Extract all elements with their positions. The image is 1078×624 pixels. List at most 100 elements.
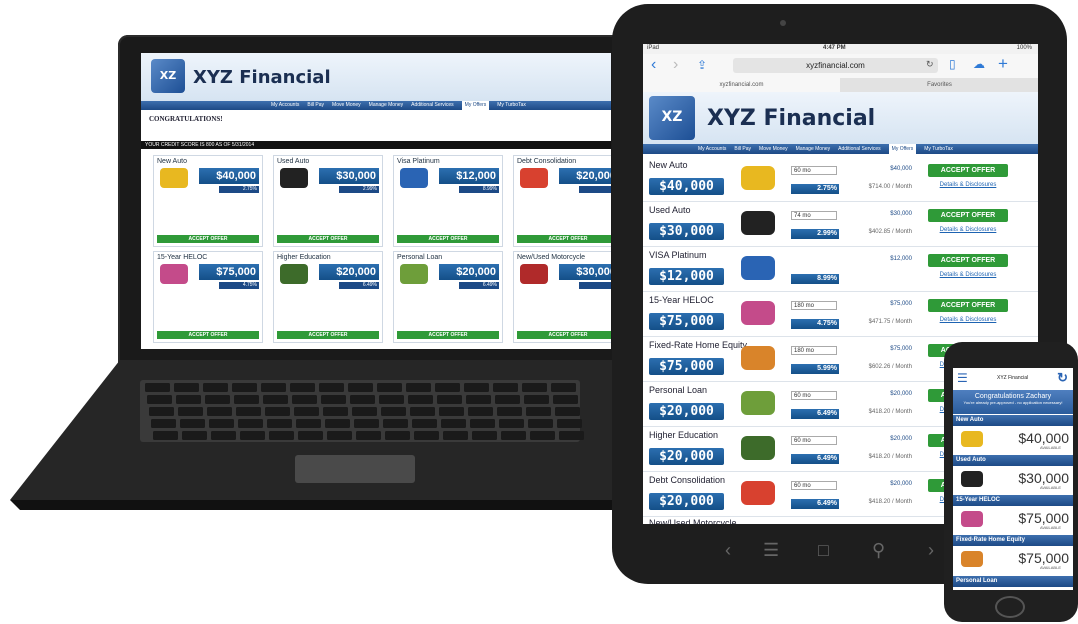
accept-offer-button[interactable]: ACCEPT OFFER — [928, 299, 1008, 312]
keyboard-key — [383, 419, 408, 428]
keyboard-key — [265, 407, 290, 416]
term-select[interactable]: 60 mo — [791, 481, 837, 490]
phone-offer-item[interactable]: $30,000 AVAILABLE — [953, 466, 1073, 493]
offer-amount: $30,000 — [319, 168, 379, 184]
share-icon[interactable]: ⇪ — [697, 58, 707, 72]
keyboard-key — [468, 407, 493, 416]
monthly-payment: $418.20 / Month — [868, 454, 912, 460]
loan-amount: $75,000 — [890, 301, 912, 307]
nav-item[interactable]: Bill Pay — [734, 144, 751, 154]
offer-title: New Auto — [649, 160, 688, 170]
keyboard-key — [294, 407, 319, 416]
offer-title: New/Used Motorcycle — [649, 518, 737, 524]
accept-offer-button[interactable]: ACCEPT OFFER — [397, 235, 499, 243]
nav-item[interactable]: My Accounts — [698, 144, 726, 154]
term-select[interactable]: 60 mo — [791, 391, 837, 400]
accept-offer-button[interactable]: ACCEPT OFFER — [928, 164, 1008, 177]
phone-offer-item[interactable]: $40,000 AVAILABLE — [953, 426, 1073, 453]
accept-offer-button[interactable]: ACCEPT OFFER — [928, 209, 1008, 222]
keyboard-key — [180, 419, 205, 428]
term-select[interactable]: 180 mo — [791, 346, 837, 355]
phone-offer-item[interactable]: $75,000 AVAILABLE — [953, 546, 1073, 573]
nav-item[interactable]: Additional Services — [411, 101, 454, 110]
nav-item[interactable]: My TurboTax — [924, 144, 953, 154]
menu-icon[interactable]: ☰ — [763, 540, 779, 561]
nav-item[interactable]: Additional Services — [838, 144, 881, 154]
keyboard-key — [528, 419, 553, 428]
offer-title: Higher Education — [277, 254, 331, 261]
tablet-nav-keys: ‹ ☰ □ ⚲ › — [700, 540, 970, 566]
phone-section-personal-loan[interactable]: Personal Loan — [953, 576, 1073, 587]
home-square-icon[interactable]: □ — [818, 540, 829, 561]
tablet-nav: My Accounts Bill Pay Move Money Manage Mone… — [643, 144, 1038, 154]
term-select[interactable]: 60 mo — [791, 166, 837, 175]
bookmarks-icon[interactable]: ▯ — [949, 57, 956, 71]
nav-item[interactable]: Move Money — [332, 101, 361, 110]
keyboard-key — [410, 407, 435, 416]
keyboard-key — [348, 383, 373, 392]
accept-offer-button[interactable]: ACCEPT OFFER — [277, 331, 379, 339]
phone-offer-item[interactable]: $75,000 AVAILABLE — [953, 506, 1073, 533]
term-select[interactable]: 60 mo — [791, 436, 837, 445]
term-select[interactable]: 180 mo — [791, 301, 837, 310]
accept-offer-button[interactable]: ACCEPT OFFER — [397, 331, 499, 339]
offer-title: 15-Year HELOC — [649, 295, 714, 305]
accept-offer-button[interactable]: ACCEPT OFFER — [157, 235, 259, 243]
reload-icon[interactable]: ↻ — [926, 59, 934, 70]
keyboard-key — [298, 431, 323, 440]
offer-rate: 6.49% — [791, 499, 839, 509]
laptop-keyboard-base — [10, 360, 660, 510]
term-select[interactable]: 74 mo — [791, 211, 837, 220]
keyboard-key — [553, 395, 578, 404]
accept-offer-button[interactable]: ACCEPT OFFER — [517, 235, 611, 243]
accept-offer-button[interactable]: ACCEPT OFFER — [517, 331, 611, 339]
offer-row: 15-Year HELOC $75,000 180 mo 4.75% $75,000 $4… — [643, 291, 1038, 337]
offer-rate: 8.99% — [459, 186, 499, 193]
brand-name: XYZ Financial — [193, 67, 331, 88]
phone-home-button[interactable] — [995, 596, 1025, 618]
nav-item[interactable]: Move Money — [759, 144, 788, 154]
keyboard-key — [466, 395, 491, 404]
nav-item[interactable]: My Accounts — [271, 101, 299, 110]
accept-offer-button[interactable]: ACCEPT OFFER — [157, 331, 259, 339]
keyboard-key — [381, 407, 406, 416]
nav-item[interactable]: My TurboTax — [497, 101, 526, 110]
cloud-icon[interactable]: ☁ — [973, 57, 985, 71]
offer-rate: 4.75% — [791, 319, 839, 329]
nav-item[interactable]: Bill Pay — [307, 101, 324, 110]
tab-xyzfinancial[interactable]: xyzfinancial.com — [643, 78, 840, 92]
keyboard-key — [559, 431, 584, 440]
forward-arrow-icon[interactable]: › — [928, 540, 934, 561]
keyboard-key — [470, 419, 495, 428]
address-field[interactable]: xyzfinancial.com — [733, 58, 938, 73]
keyboard-key — [269, 431, 294, 440]
search-icon[interactable]: ⚲ — [872, 540, 885, 561]
refresh-icon[interactable]: ↻ — [1057, 370, 1068, 386]
new-tab-icon[interactable]: + — [998, 54, 1008, 74]
nav-item[interactable]: My Offers — [461, 101, 490, 110]
offer-amount: $12,000 — [439, 168, 499, 184]
monthly-payment: $714.00 / Month — [868, 184, 912, 190]
hamburger-icon[interactable]: ☰ — [957, 371, 968, 385]
offer-rate: 6.49% — [791, 454, 839, 464]
nav-item[interactable]: My Offers — [888, 144, 917, 154]
offer-card: New/Used Motorcycle $30,000 ACCEPT OFFER — [513, 251, 611, 343]
details-link[interactable]: Details & Disclosures — [928, 272, 1008, 278]
logo-icon — [649, 96, 695, 140]
tablet-status-bar: iPad 4:47 PM 100% — [643, 44, 1038, 54]
accept-offer-button[interactable]: ACCEPT OFFER — [277, 235, 379, 243]
loan-amount: $75,000 — [890, 346, 912, 352]
forward-icon[interactable]: › — [673, 56, 678, 74]
offer-title: Personal Loan — [397, 254, 443, 261]
keyboard-key — [356, 431, 381, 440]
nav-item[interactable]: Manage Money — [796, 144, 830, 154]
offer-rate: 8.99% — [791, 274, 839, 284]
details-link[interactable]: Details & Disclosures — [928, 227, 1008, 233]
accept-offer-button[interactable]: ACCEPT OFFER — [928, 254, 1008, 267]
nav-item[interactable]: Manage Money — [369, 101, 403, 110]
tab-favorites[interactable]: Favorites — [841, 78, 1038, 92]
details-link[interactable]: Details & Disclosures — [928, 317, 1008, 323]
back-arrow-icon[interactable]: ‹ — [725, 540, 731, 561]
details-link[interactable]: Details & Disclosures — [928, 182, 1008, 188]
back-icon[interactable]: ‹ — [651, 56, 656, 74]
